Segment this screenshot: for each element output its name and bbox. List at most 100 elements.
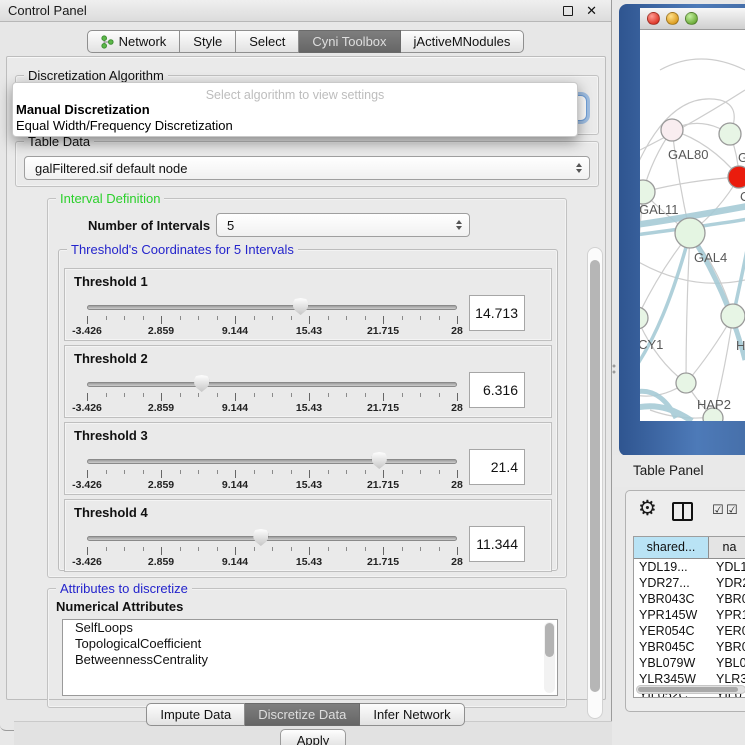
- node-selected-red[interactable]: [728, 166, 745, 188]
- slider-tick: [383, 316, 384, 324]
- tab-select[interactable]: Select: [236, 30, 299, 53]
- table-horizontal-scrollbar[interactable]: [636, 685, 745, 694]
- attribute-list-item[interactable]: SelfLoops: [63, 620, 557, 636]
- gear-icon[interactable]: ⚙: [638, 496, 657, 520]
- tick-label: 9.144: [222, 556, 248, 568]
- node-gal4[interactable]: [675, 218, 705, 248]
- columns-icon[interactable]: [672, 502, 693, 521]
- cell-name[interactable]: YLR3: [709, 672, 745, 686]
- panel-scrollbar[interactable]: [587, 247, 603, 719]
- node-h[interactable]: [721, 304, 745, 328]
- scrollbar-thumb[interactable]: [638, 687, 738, 692]
- tab-infer-network[interactable]: Infer Network: [360, 703, 464, 726]
- cell-shared-name[interactable]: YPR145W: [634, 608, 709, 622]
- table-row[interactable]: YBL079WYBL0: [634, 655, 745, 671]
- slider[interactable]: -3.4262.8599.14415.4321.71528: [87, 423, 457, 494]
- close-traffic-light[interactable]: [647, 12, 660, 25]
- slider-track[interactable]: [87, 305, 457, 310]
- column-header-name[interactable]: na: [709, 537, 745, 558]
- float-window-icon[interactable]: [563, 6, 573, 16]
- column-header-shared-name[interactable]: shared...: [634, 537, 709, 558]
- table-row[interactable]: YER054CYER0: [634, 623, 745, 639]
- cell-shared-name[interactable]: YDR27...: [634, 576, 709, 590]
- number-of-intervals-spinner[interactable]: 5: [216, 213, 470, 237]
- cell-shared-name[interactable]: YDL19...: [634, 560, 709, 574]
- node-hap2[interactable]: [676, 373, 696, 393]
- slider-track[interactable]: [87, 382, 457, 387]
- slider-tick: [87, 470, 88, 478]
- slider-thumb[interactable]: [194, 375, 209, 392]
- screenshot-root: Control Panel ✕ NetworkStyleSelectCyni T…: [0, 0, 745, 745]
- threshold-value-field[interactable]: 21.4: [469, 449, 525, 485]
- slider-tick: [235, 470, 236, 478]
- cell-shared-name[interactable]: YBR045C: [634, 640, 709, 654]
- node-gcy1[interactable]: [640, 307, 648, 329]
- zoom-traffic-light[interactable]: [685, 12, 698, 25]
- slider-tick: [180, 547, 181, 551]
- threshold-panel: Threshold 4-3.4262.8599.14415.4321.71528…: [64, 499, 552, 572]
- slider[interactable]: -3.4262.8599.14415.4321.71528: [87, 269, 457, 340]
- tick-label: 9.144: [222, 479, 248, 491]
- tab-style[interactable]: Style: [180, 30, 236, 53]
- slider[interactable]: -3.4262.8599.14415.4321.71528: [87, 500, 457, 571]
- cell-shared-name[interactable]: YBR043C: [634, 592, 709, 606]
- node-gal80[interactable]: [661, 119, 683, 141]
- tab-impute-data[interactable]: Impute Data: [146, 703, 245, 726]
- threshold-value-field[interactable]: 11.344: [469, 526, 525, 562]
- splitter-grip[interactable]: [611, 362, 618, 375]
- tick-label: -3.426: [72, 479, 102, 491]
- dropdown-option[interactable]: Equal Width/Frequency Discretization: [13, 118, 577, 134]
- table-row[interactable]: YDL19...YDL1: [634, 559, 745, 575]
- stepper-arrows-icon: [576, 163, 582, 173]
- tab-label: Infer Network: [373, 707, 450, 722]
- cell-name[interactable]: YPR1: [709, 608, 745, 622]
- cell-shared-name[interactable]: YBL079W: [634, 656, 709, 670]
- slider-tick: [198, 316, 199, 320]
- attribute-list-item[interactable]: BetweennessCentrality: [63, 652, 557, 668]
- threshold-value-field[interactable]: 14.713: [469, 295, 525, 331]
- apply-button[interactable]: Apply: [280, 729, 346, 745]
- slider-track[interactable]: [87, 536, 457, 541]
- scrollbar-thumb[interactable]: [590, 260, 600, 692]
- slider-track[interactable]: [87, 459, 457, 464]
- cell-name[interactable]: YBR0: [709, 592, 745, 606]
- minimize-traffic-light[interactable]: [666, 12, 679, 25]
- network-icon: [101, 35, 114, 49]
- slider-thumb[interactable]: [293, 298, 308, 315]
- cell-name[interactable]: YDL1: [709, 560, 745, 574]
- table-row[interactable]: YDR27...YDR2: [634, 575, 745, 591]
- table-row[interactable]: YPR145WYPR1: [634, 607, 745, 623]
- cell-shared-name[interactable]: YLR345W: [634, 672, 709, 686]
- node-g[interactable]: [719, 123, 741, 145]
- node-gal11[interactable]: [640, 180, 655, 204]
- slider-tick: [439, 393, 440, 397]
- cell-name[interactable]: YBR0: [709, 640, 745, 654]
- threshold-value-field[interactable]: 6.316: [469, 372, 525, 408]
- dropdown-option[interactable]: Manual Discretization: [13, 102, 577, 118]
- close-icon[interactable]: ✕: [586, 0, 597, 22]
- cell-name[interactable]: YDR2: [709, 576, 745, 590]
- list-scrollbar[interactable]: [544, 622, 555, 693]
- slider[interactable]: -3.4262.8599.14415.4321.71528: [87, 346, 457, 417]
- cell-shared-name[interactable]: YER054C: [634, 624, 709, 638]
- cell-name[interactable]: YBL0: [709, 656, 745, 670]
- network-canvas[interactable]: GAL80 G C GAL11 GAL4 GCY1 H HAP2: [640, 30, 745, 421]
- tab-discretize-data[interactable]: Discretize Data: [245, 703, 360, 726]
- numerical-attributes-list[interactable]: SelfLoopsTopologicalCoefficientBetweenne…: [62, 619, 558, 696]
- table-data-combobox[interactable]: galFiltered.sif default node: [24, 156, 590, 180]
- dropdown-placeholder: Select algorithm to view settings: [13, 88, 577, 102]
- table-row[interactable]: YBR045CYBR0: [634, 639, 745, 655]
- tab-jactivemnodules[interactable]: jActiveMNodules: [401, 30, 525, 53]
- slider-thumb[interactable]: [253, 529, 268, 546]
- slider-tick: [346, 470, 347, 474]
- node-label: H: [736, 338, 745, 353]
- cell-name[interactable]: YER0: [709, 624, 745, 638]
- tab-network[interactable]: Network: [87, 30, 181, 53]
- tick-label: 28: [451, 556, 463, 568]
- checkbox-icon[interactable]: ☑: [726, 503, 738, 518]
- tab-cyni-toolbox[interactable]: Cyni Toolbox: [299, 30, 400, 53]
- table-row[interactable]: YBR043CYBR0: [634, 591, 745, 607]
- attribute-list-item[interactable]: TopologicalCoefficient: [63, 636, 557, 652]
- slider-thumb[interactable]: [372, 452, 387, 469]
- checkbox-icon[interactable]: ☑: [712, 503, 724, 518]
